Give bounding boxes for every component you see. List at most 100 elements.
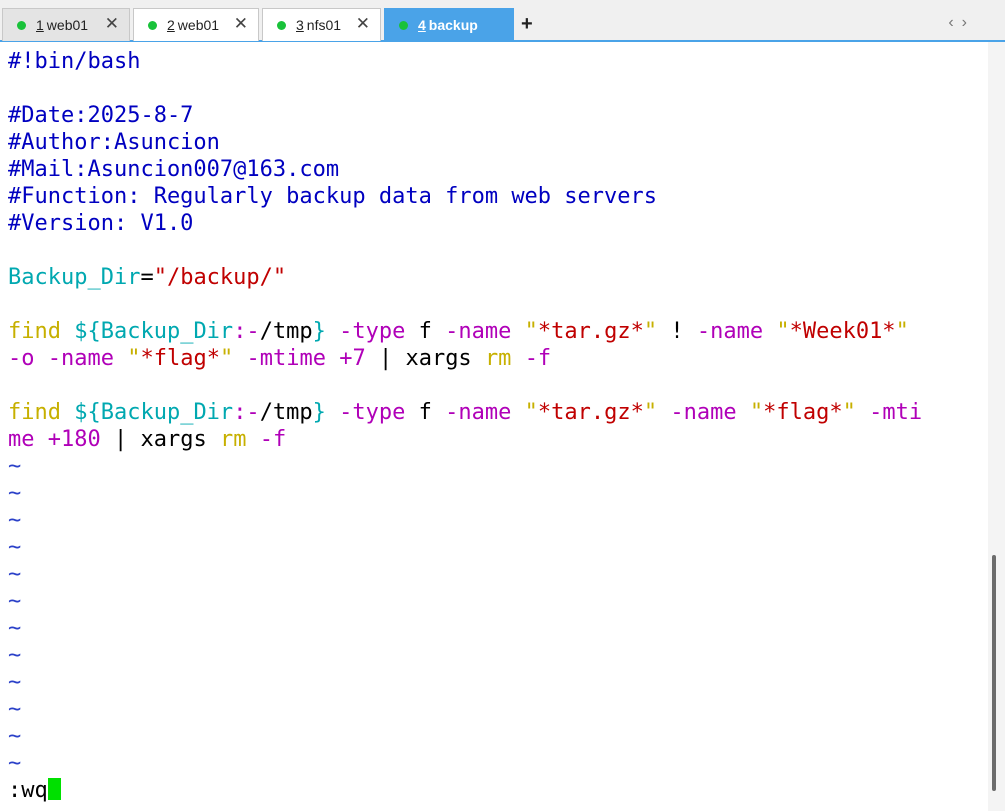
option-value: +180 (47, 427, 101, 452)
var-default: /tmp (259, 319, 313, 344)
option: -o (8, 346, 35, 371)
command: xargs (405, 346, 472, 371)
close-icon[interactable]: ✕ (356, 15, 370, 33)
keyword: find (8, 319, 61, 344)
tab-number: 2 (167, 17, 175, 33)
var-expansion: ${Backup_Dir (74, 400, 234, 425)
code-line-author: #Author:Asuncion (8, 130, 220, 155)
tab-navigation: ‹› (948, 14, 975, 32)
scrollbar-track[interactable] (988, 42, 1005, 811)
connection-status-icon (399, 20, 408, 30)
var-default-op: :- (233, 400, 260, 425)
new-tab-button[interactable]: + (521, 13, 533, 35)
scrollbar-thumb[interactable] (992, 555, 996, 791)
code-line-shebang: #!bin/bash (8, 49, 141, 74)
empty-line-marker: ~ (8, 616, 22, 641)
option: me (8, 427, 35, 452)
text-cursor (47, 778, 61, 800)
keyword: find (8, 400, 61, 425)
negation: ! (670, 319, 684, 344)
option: -name (445, 319, 512, 344)
option: -type (339, 319, 406, 344)
code-line-find-1: find ${Backup_Dir:-/tmp} -type f -name "… (8, 318, 909, 345)
quote: " (524, 400, 538, 425)
command-text: :wq (8, 778, 48, 803)
command: rm (484, 346, 512, 371)
quote: " (643, 319, 658, 344)
empty-line-marker: ~ (8, 508, 22, 533)
pattern: *tar.gz* (537, 400, 644, 425)
pipe: | (113, 427, 128, 452)
var-close: } (312, 400, 326, 425)
tab-number: 1 (36, 17, 44, 33)
code-line-find-2-wrap: me +180 | xargs rm -f (8, 426, 286, 453)
tab-bar: 1 web01 ✕ 2 web01 ✕ 3 nfs01 ✕ 4 backup +… (0, 0, 1005, 42)
chevron-right-icon[interactable]: › (962, 14, 975, 32)
chevron-left-icon[interactable]: ‹ (948, 14, 961, 32)
code-line-find-1-wrap: -o -name "*flag*" -mtime +7 | xargs rm -… (8, 345, 551, 372)
quote: " (842, 400, 856, 425)
quote: " (524, 319, 538, 344)
option-value: f (418, 319, 432, 344)
option: -name (445, 400, 512, 425)
option: -name (47, 346, 114, 371)
close-icon[interactable]: ✕ (234, 15, 248, 33)
var-expansion: ${Backup_Dir (74, 319, 234, 344)
tab-number: 3 (296, 17, 304, 33)
variable-name: Backup_Dir (8, 265, 141, 290)
option: -name (670, 400, 737, 425)
string-value: "/backup/" (153, 265, 287, 290)
tab-3-nfs01[interactable]: 3 nfs01 ✕ (262, 8, 381, 41)
option-value: +7 (339, 346, 366, 371)
empty-line-marker: ~ (8, 751, 22, 776)
command: rm (219, 427, 247, 452)
code-line-version: #Version: V1.0 (8, 211, 194, 236)
empty-line-marker: ~ (8, 562, 22, 587)
tab-label: backup (428, 17, 478, 33)
pattern: *flag* (140, 346, 220, 371)
tab-label: web01 (177, 17, 220, 33)
vim-editor[interactable]: #!bin/bash #Date:2025-8-7 #Author:Asunci… (0, 42, 988, 811)
pipe: | (378, 346, 393, 371)
quote: " (749, 400, 764, 425)
connection-status-icon (148, 20, 157, 30)
option: -name (696, 319, 764, 344)
quote: " (219, 346, 234, 371)
code-line-assignment: Backup_Dir="/backup/" (8, 264, 286, 291)
option: -type (339, 400, 406, 425)
tab-label: nfs01 (306, 17, 342, 33)
option-value: f (418, 400, 432, 425)
var-default-op: :- (233, 319, 260, 344)
code-line-function: #Function: Regularly backup data from we… (8, 184, 658, 209)
tab-1-web01[interactable]: 1 web01 ✕ (2, 8, 130, 41)
close-icon[interactable]: ✕ (105, 15, 119, 33)
quote: " (643, 400, 658, 425)
empty-line-marker: ~ (8, 697, 22, 722)
tab-4-backup[interactable]: 4 backup (384, 8, 514, 41)
empty-line-marker: ~ (8, 589, 22, 614)
connection-status-icon (277, 20, 286, 30)
empty-line-marker: ~ (8, 454, 22, 479)
option: -mtime (246, 346, 326, 371)
option: -mti (869, 400, 923, 425)
quote: " (127, 346, 141, 371)
connection-status-icon (17, 20, 26, 30)
pattern: *Week01* (789, 319, 896, 344)
empty-line-marker: ~ (8, 724, 22, 749)
tab-2-web01[interactable]: 2 web01 ✕ (133, 8, 259, 41)
empty-line-marker: ~ (8, 670, 22, 695)
var-close: } (312, 319, 326, 344)
option: -f (524, 346, 552, 371)
tab-label: web01 (46, 17, 89, 33)
command: xargs (140, 427, 207, 452)
quote: " (895, 319, 909, 344)
vim-command-line[interactable]: :wq (8, 777, 61, 804)
pattern: *flag* (763, 400, 843, 425)
code-line-date: #Date:2025-8-7 (8, 103, 194, 128)
code-line-find-2: find ${Backup_Dir:-/tmp} -type f -name "… (8, 399, 922, 426)
empty-line-marker: ~ (8, 643, 22, 668)
option: -f (259, 427, 287, 452)
code-line-mail: #Mail:Asuncion007@163.com (8, 157, 340, 182)
pattern: *tar.gz* (537, 319, 644, 344)
empty-line-marker: ~ (8, 481, 22, 506)
